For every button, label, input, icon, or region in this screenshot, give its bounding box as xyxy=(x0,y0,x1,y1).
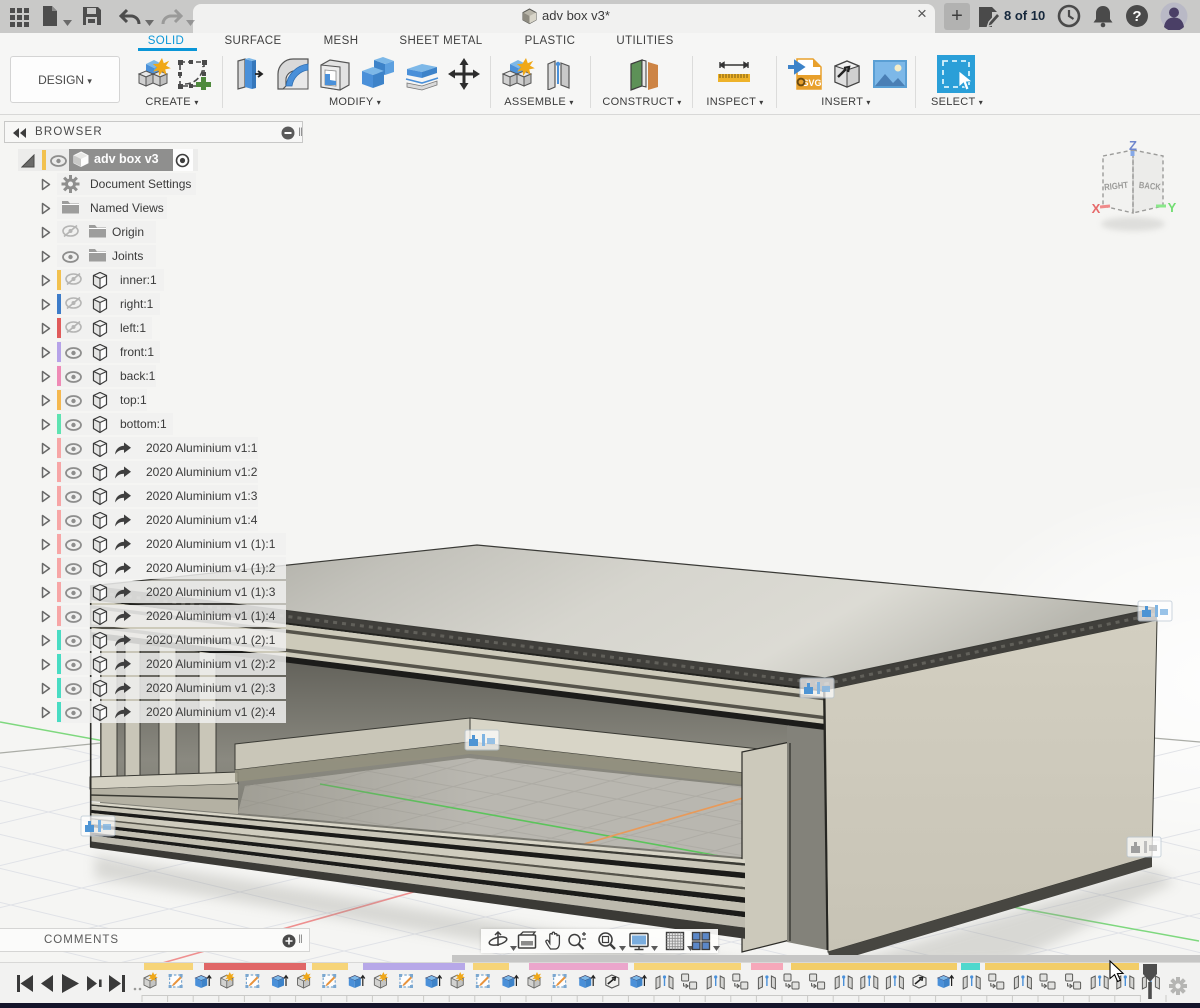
svg-text:Y: Y xyxy=(1168,200,1177,215)
svg-text:SVG: SVG xyxy=(802,78,821,88)
svg-text:X: X xyxy=(1092,201,1101,216)
svg-text:?: ? xyxy=(1132,8,1141,25)
svg-text:Z: Z xyxy=(1129,138,1137,153)
